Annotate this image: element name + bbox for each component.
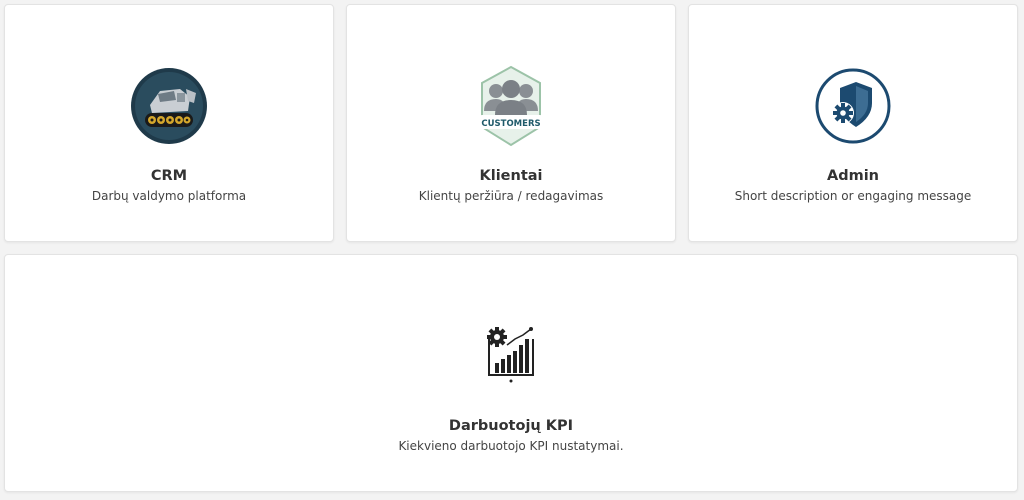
card-title: CRM bbox=[150, 168, 188, 184]
kpi-chart-gear-icon bbox=[483, 325, 539, 385]
customers-icon-text: CUSTOMERS bbox=[481, 119, 540, 129]
crm-card[interactable]: CRM Darbų valdymo platforma bbox=[4, 4, 334, 242]
card-description: Klientų peržiūra / redagavimas bbox=[418, 189, 604, 203]
excavator-logo-icon bbox=[130, 67, 208, 145]
customers-icon: CUSTOMERS bbox=[478, 65, 544, 147]
klientai-card[interactable]: CUSTOMERS Klientai Klientų peržiūra / re… bbox=[346, 4, 676, 242]
card-title: Admin bbox=[826, 168, 879, 184]
kpi-card[interactable]: Darbuotojų KPI Kiekvieno darbuotojo KPI … bbox=[4, 254, 1018, 492]
card-title: Klientai bbox=[479, 168, 543, 184]
card-title: Darbuotojų KPI bbox=[448, 418, 574, 434]
admin-card[interactable]: Admin Short description or engaging mess… bbox=[688, 4, 1018, 242]
card-description: Darbų valdymo platforma bbox=[91, 189, 247, 203]
shield-gear-icon bbox=[814, 67, 892, 145]
card-description: Short description or engaging message bbox=[734, 189, 972, 203]
card-description: Kiekvieno darbuotojo KPI nustatymai. bbox=[398, 439, 624, 453]
